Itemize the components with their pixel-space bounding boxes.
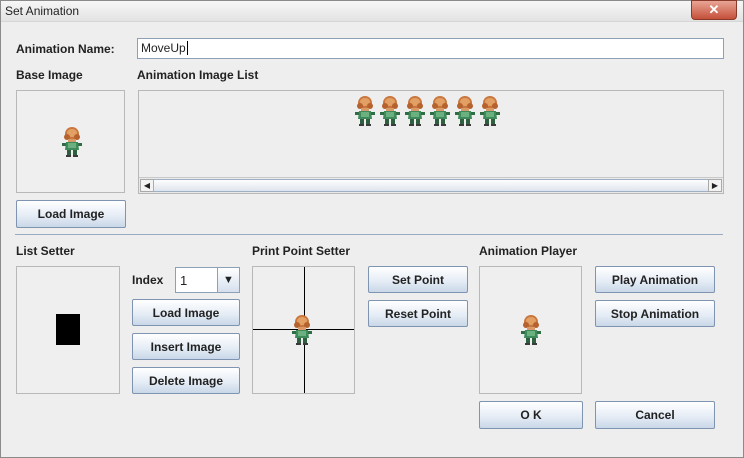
list-frame-4[interactable]: [429, 95, 451, 127]
list-load-image-button[interactable]: Load Image: [132, 299, 240, 326]
animation-player-view: [479, 266, 582, 394]
scroll-left-icon[interactable]: ◀: [140, 179, 154, 192]
set-animation-dialog: Set Animation ✕ Animation Name: MoveUp B…: [0, 0, 744, 458]
base-image-panel: [16, 90, 125, 193]
reset-point-button[interactable]: Reset Point: [368, 300, 468, 327]
player-sprite: [520, 314, 542, 346]
index-select[interactable]: 1 ▼: [175, 267, 240, 293]
chevron-down-icon[interactable]: ▼: [217, 268, 239, 292]
stop-animation-button[interactable]: Stop Animation: [595, 300, 715, 327]
list-setter-label: List Setter: [16, 244, 75, 258]
ok-button[interactable]: O K: [479, 401, 583, 429]
index-label: Index: [132, 273, 164, 287]
list-frame-6[interactable]: [479, 95, 501, 127]
scroll-thumb[interactable]: [153, 179, 709, 192]
image-list-scrollbar[interactable]: ◀ ▶: [139, 177, 723, 193]
list-setter-preview: [16, 266, 120, 394]
insert-image-button[interactable]: Insert Image: [132, 333, 240, 360]
section-separator: [15, 234, 723, 235]
print-point-canvas[interactable]: [252, 266, 355, 394]
animation-image-list-label: Animation Image List: [137, 68, 259, 82]
print-point-setter-label: Print Point Setter: [252, 244, 351, 258]
scroll-right-icon[interactable]: ▶: [708, 179, 722, 192]
delete-image-button[interactable]: Delete Image: [132, 367, 240, 394]
base-image-sprite: [61, 126, 83, 158]
animation-name-label: Animation Name:: [16, 42, 115, 56]
base-load-image-button[interactable]: Load Image: [16, 200, 126, 228]
base-image-label: Base Image: [16, 68, 83, 82]
list-frame-3[interactable]: [404, 95, 426, 127]
close-icon: ✕: [708, 2, 720, 17]
close-button[interactable]: ✕: [691, 0, 737, 20]
cancel-button[interactable]: Cancel: [595, 401, 715, 429]
animation-player-label: Animation Player: [479, 244, 578, 258]
print-point-sprite: [291, 314, 313, 346]
list-frame-2[interactable]: [379, 95, 401, 127]
list-frame-1[interactable]: [354, 95, 376, 127]
title-bar[interactable]: Set Animation ✕: [1, 0, 743, 22]
window-title: Set Animation: [5, 4, 80, 18]
animation-name-input[interactable]: MoveUp: [137, 38, 724, 59]
selected-frame-preview: [56, 314, 80, 345]
set-point-button[interactable]: Set Point: [368, 266, 468, 293]
index-value: 1: [180, 273, 188, 288]
list-frame-5[interactable]: [454, 95, 476, 127]
animation-name-value: MoveUp: [141, 41, 186, 55]
play-animation-button[interactable]: Play Animation: [595, 266, 715, 293]
